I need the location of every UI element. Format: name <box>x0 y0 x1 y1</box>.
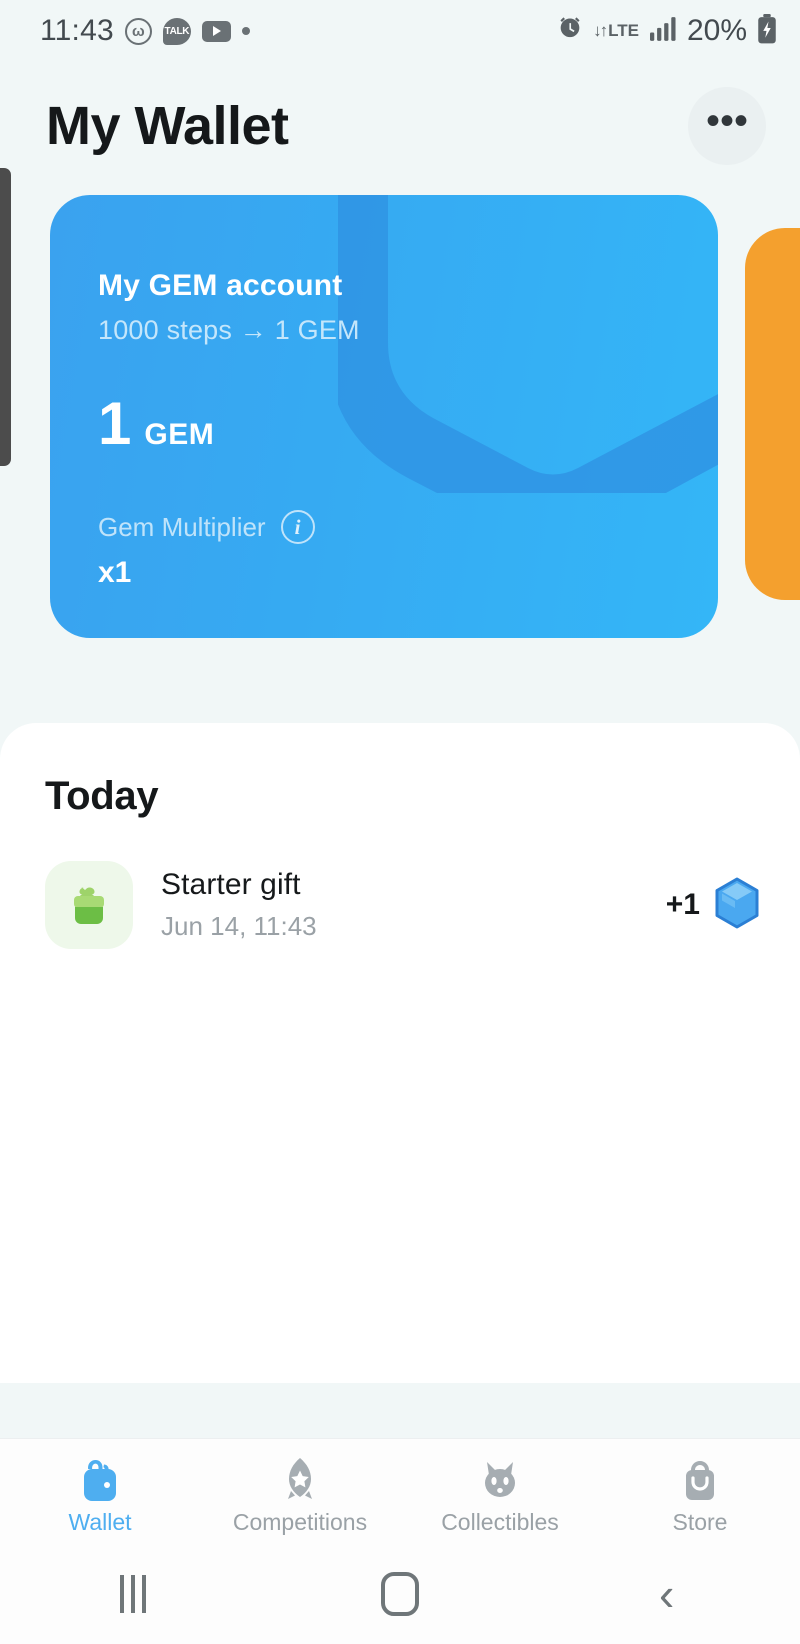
status-bar: 11:43 ω TALK ↓↑ LTE 20% <box>0 0 800 62</box>
kakao-talk-icon: TALK <box>162 17 191 45</box>
page-title: My Wallet <box>46 96 289 156</box>
youtube-icon <box>201 20 231 42</box>
gem-balance-row: 1 GEM <box>98 394 678 454</box>
gem-multiplier-label: Gem Multiplier <box>98 511 266 542</box>
next-card-preview[interactable] <box>745 228 800 600</box>
gift-icon <box>45 861 133 949</box>
gem-card-subtitle: 1000 steps → 1 GEM <box>98 315 360 345</box>
network-arrows: ↓↑ <box>593 20 608 40</box>
bottom-navigation: Wallet Competitions Collectibles Store <box>0 1438 800 1544</box>
alarm-icon <box>556 15 584 48</box>
android-navigation-bar: ‹ <box>0 1544 800 1644</box>
wallet-icon <box>74 1451 126 1507</box>
status-bar-right: ↓↑ LTE 20% <box>556 13 778 49</box>
transaction-text: Starter gift Jun 14, 11:43 <box>161 868 317 942</box>
gem-card-title: My GEM account <box>98 269 343 302</box>
page-header: My Wallet ••• <box>0 74 800 178</box>
nav-item-competitions[interactable]: Competitions <box>200 1451 400 1536</box>
home-icon <box>381 1572 419 1616</box>
nav-item-store[interactable]: Store <box>600 1451 800 1536</box>
today-panel: Today Starter gift Jun 14, 11:43 +1 <box>0 723 800 1383</box>
status-bar-left: 11:43 ω TALK <box>40 14 250 48</box>
talk-icon-label: TALK <box>164 25 190 37</box>
transaction-row[interactable]: Starter gift Jun 14, 11:43 +1 <box>45 859 760 951</box>
android-recents-button[interactable] <box>0 1575 267 1613</box>
network-label: LTE <box>608 20 639 40</box>
transaction-date: Jun 14, 11:43 <box>161 911 317 941</box>
rocket-star-icon <box>274 1451 326 1507</box>
network-type-icon: ↓↑ LTE <box>593 20 639 40</box>
gem-balance-unit: GEM <box>144 418 215 451</box>
wallet-card-carousel[interactable]: My GEM account 1000 steps → 1 GEM 1 GEM … <box>0 195 800 645</box>
battery-charging-icon <box>756 13 778 49</box>
today-heading: Today <box>45 774 159 818</box>
nav-item-collectibles[interactable]: Collectibles <box>400 1451 600 1536</box>
nav-label-collectibles: Collectibles <box>441 1509 559 1535</box>
more-options-button[interactable]: ••• <box>688 87 766 165</box>
transaction-name: Starter gift <box>161 868 301 901</box>
gem-multiplier-row: Gem Multiplier i <box>98 510 678 544</box>
android-home-button[interactable] <box>267 1572 534 1616</box>
gem-icon <box>714 877 760 934</box>
circle-w-icon: ω <box>124 17 152 45</box>
recents-icon <box>120 1575 147 1613</box>
signal-bars-icon <box>648 16 678 47</box>
nav-label-store: Store <box>672 1509 728 1535</box>
dot-icon <box>241 27 250 35</box>
transaction-amount-group: +1 <box>666 877 760 934</box>
nav-label-competitions: Competitions <box>232 1509 368 1535</box>
shopping-bag-icon <box>674 1451 726 1507</box>
battery-percent: 20% <box>686 14 747 47</box>
info-icon[interactable]: i <box>280 510 315 544</box>
gem-card-body: My GEM account 1000 steps → 1 GEM 1 GEM … <box>98 269 678 590</box>
gem-account-card[interactable]: My GEM account 1000 steps → 1 GEM 1 GEM … <box>50 195 718 638</box>
gem-balance-amount: 1 <box>98 390 132 457</box>
nav-item-wallet[interactable]: Wallet <box>0 1451 200 1536</box>
gem-multiplier-value: x1 <box>98 556 132 589</box>
transaction-amount: +1 <box>665 888 700 921</box>
nav-label-wallet: Wallet <box>68 1509 132 1535</box>
cat-face-icon <box>474 1451 526 1507</box>
status-time: 11:43 <box>40 14 114 47</box>
